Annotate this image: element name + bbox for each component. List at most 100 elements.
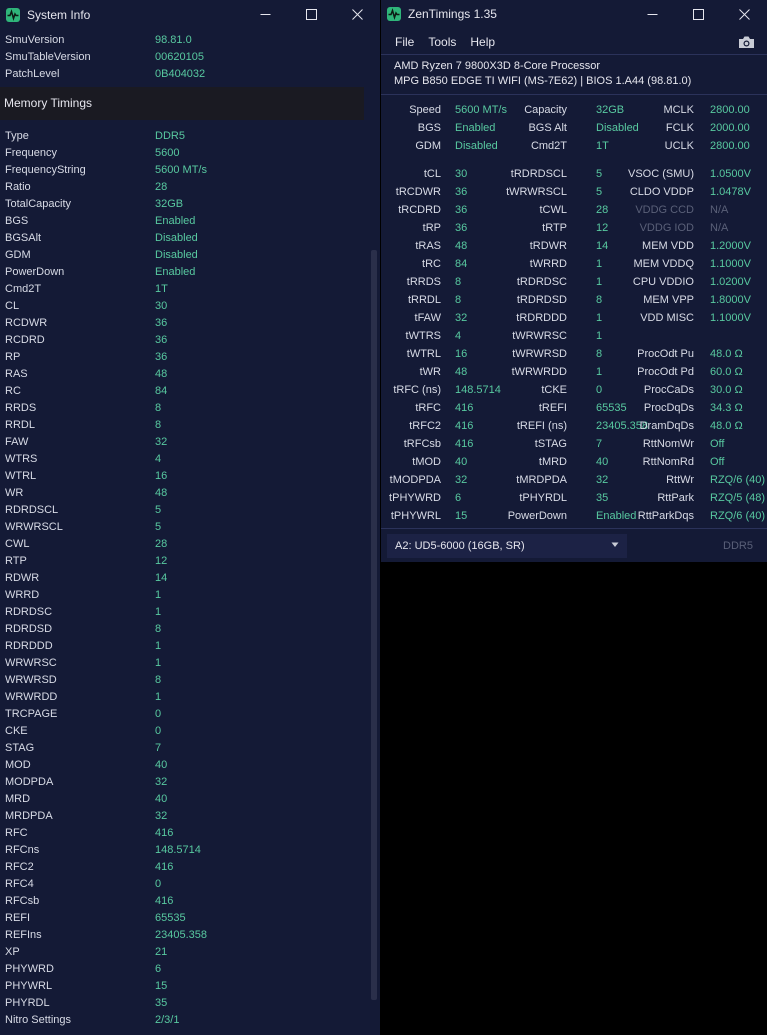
info-row: RFC4 0 xyxy=(5,876,360,893)
camera-icon[interactable] xyxy=(738,35,755,49)
info-value: 21 xyxy=(155,946,168,958)
info-row: GDM Disabled xyxy=(5,247,360,264)
info-row: Nitro Settings 2/3/1 xyxy=(5,1012,360,1029)
timing-value: Off xyxy=(710,456,725,468)
timing-label: tMRDPDA xyxy=(516,474,567,486)
timing-value: 36 xyxy=(455,222,468,234)
info-value: 416 xyxy=(155,827,174,839)
info-key: RTP xyxy=(5,555,27,567)
info-row: WRRD 1 xyxy=(5,587,360,604)
timing-value: 30 xyxy=(455,168,468,180)
minimize-button[interactable] xyxy=(242,0,288,29)
timing-value: 1.8000V xyxy=(710,294,751,306)
timing-value: 48 xyxy=(455,240,468,252)
timing-value: 34.3 Ω xyxy=(710,402,743,414)
info-key: RFCns xyxy=(5,844,40,856)
info-key: FrequencyString xyxy=(5,164,86,176)
info-value: 5 xyxy=(155,504,162,516)
info-key: Ratio xyxy=(5,181,31,193)
info-row: RFCsb 416 xyxy=(5,893,360,910)
info-key: RCDRD xyxy=(5,334,45,346)
info-row: RAS 48 xyxy=(5,366,360,383)
info-row: RFC 416 xyxy=(5,825,360,842)
info-value: Disabled xyxy=(155,249,198,261)
info-value: 23405.358 xyxy=(155,929,207,941)
timing-label: tRRDL xyxy=(407,294,441,306)
timing-label: tRDRDDD xyxy=(516,312,567,324)
timing-label: ProcCaDs xyxy=(643,384,694,396)
menu-file[interactable]: File xyxy=(388,35,421,49)
timing-label: ProcOdt Pd xyxy=(637,366,694,378)
info-value: 5600 MT/s xyxy=(155,164,207,176)
board-info: MPG B850 EDGE TI WIFI (MS-7E62) | BIOS 1… xyxy=(394,75,692,87)
timing-value: 1 xyxy=(596,276,603,288)
info-key: RRDL xyxy=(5,419,35,431)
info-value: 48 xyxy=(155,487,168,499)
menu-tools[interactable]: Tools xyxy=(421,35,463,49)
info-value: 32GB xyxy=(155,198,184,210)
info-key: WRWRDD xyxy=(5,691,58,703)
close-button[interactable] xyxy=(721,0,767,29)
maximize-icon xyxy=(305,9,317,20)
menu-help[interactable]: Help xyxy=(463,35,502,49)
info-row: RRDS 8 xyxy=(5,400,360,417)
timing-label: tPHYWRD xyxy=(389,492,441,504)
timing-value: RZQ/6 (40) xyxy=(710,474,766,486)
zentimings-titlebar[interactable]: ZenTimings 1.35 xyxy=(381,0,767,28)
timing-label: tWR xyxy=(419,366,441,378)
info-row: MRDPDA 32 xyxy=(5,808,360,825)
info-key: RDRDSD xyxy=(5,623,53,635)
info-row: STAG 7 xyxy=(5,740,360,757)
app-pulse-icon xyxy=(6,7,20,22)
timing-label: RttNomWr xyxy=(642,438,694,450)
info-key: CWL xyxy=(5,538,30,550)
timing-value: 30.0 Ω xyxy=(710,384,743,396)
timing-label: ProcOdt Pu xyxy=(637,348,694,360)
info-row: RC 84 xyxy=(5,383,360,400)
close-button[interactable] xyxy=(334,0,380,29)
timing-label: MEM VPP xyxy=(643,294,694,306)
info-key: RFC2 xyxy=(5,861,34,873)
info-value: 32 xyxy=(155,436,168,448)
app-pulse-icon xyxy=(387,7,401,21)
info-value: 1T xyxy=(155,283,168,295)
system-info-titlebar[interactable]: System Info xyxy=(0,0,380,29)
info-value: 5600 xyxy=(155,147,180,159)
timing-label: BGS Alt xyxy=(528,122,567,134)
info-value: 2/3/1 xyxy=(155,1014,180,1026)
maximize-button[interactable] xyxy=(288,0,334,29)
timing-label: tWRWRDD xyxy=(511,366,567,378)
info-row: RDWR 14 xyxy=(5,570,360,587)
timing-label: tRFC2 xyxy=(409,420,441,432)
info-value: 98.81.0 xyxy=(155,34,192,46)
info-key: RP xyxy=(5,351,21,363)
timing-label: tRAS xyxy=(415,240,441,252)
maximize-button[interactable] xyxy=(675,0,721,29)
timing-label: tCKE xyxy=(541,384,567,396)
timing-label: tWRWRSC xyxy=(512,330,567,342)
timing-label: VDDG CCD xyxy=(635,204,694,216)
timing-label: tREFI xyxy=(538,402,567,414)
info-key: MRDPDA xyxy=(5,810,53,822)
timing-label: tRCDRD xyxy=(398,204,441,216)
info-value: 12 xyxy=(155,555,168,567)
dimm-dropdown[interactable]: A2: UD5-6000 (16GB, SR) xyxy=(387,534,627,558)
info-key: BGSAlt xyxy=(5,232,42,244)
timing-value: 7 xyxy=(596,438,603,450)
info-key: WR xyxy=(5,487,24,499)
info-row: WRWRSC 1 xyxy=(5,655,360,672)
minimize-icon xyxy=(260,14,270,15)
timing-label: tCWL xyxy=(539,204,568,216)
timing-label: RttPark xyxy=(657,492,694,504)
info-key: FAW xyxy=(5,436,29,448)
timing-label: tRDWR xyxy=(529,240,567,252)
timing-label: tRRDS xyxy=(406,276,441,288)
info-row: Frequency 5600 xyxy=(5,145,360,162)
system-info-window: System Info SmuVersion 98.81.0 SmuTableVer… xyxy=(0,0,380,1035)
info-row: WTRL 16 xyxy=(5,468,360,485)
timing-value: RZQ/6 (40) xyxy=(710,510,766,522)
timing-label: tRTP xyxy=(542,222,567,234)
minimize-button[interactable] xyxy=(629,0,675,29)
info-row: XP 21 xyxy=(5,944,360,961)
timing-value: 84 xyxy=(455,258,468,270)
